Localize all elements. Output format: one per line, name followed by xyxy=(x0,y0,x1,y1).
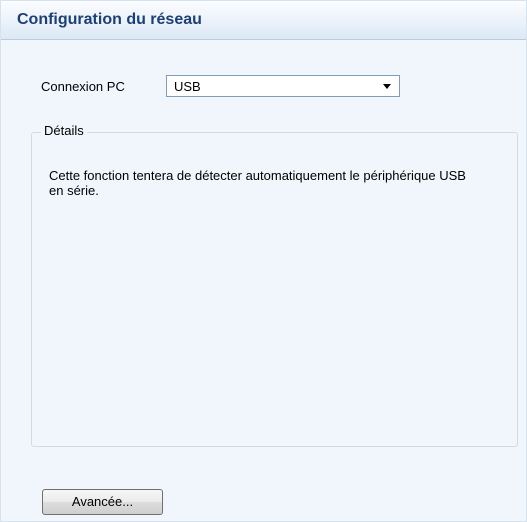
panel-header: Configuration du réseau xyxy=(1,1,526,40)
connection-select-value: USB xyxy=(174,79,201,94)
connection-label: Connexion PC xyxy=(41,79,125,94)
chevron-down-icon[interactable] xyxy=(383,84,391,89)
details-legend: Détails xyxy=(41,123,87,138)
network-config-panel: Configuration du réseau Connexion PC USB… xyxy=(0,0,527,522)
details-description: Cette fonction tentera de détecter autom… xyxy=(49,168,466,198)
connection-select[interactable]: USB xyxy=(166,75,400,97)
panel-title: Configuration du réseau xyxy=(17,11,202,28)
advanced-button[interactable]: Avancée... xyxy=(42,489,163,515)
